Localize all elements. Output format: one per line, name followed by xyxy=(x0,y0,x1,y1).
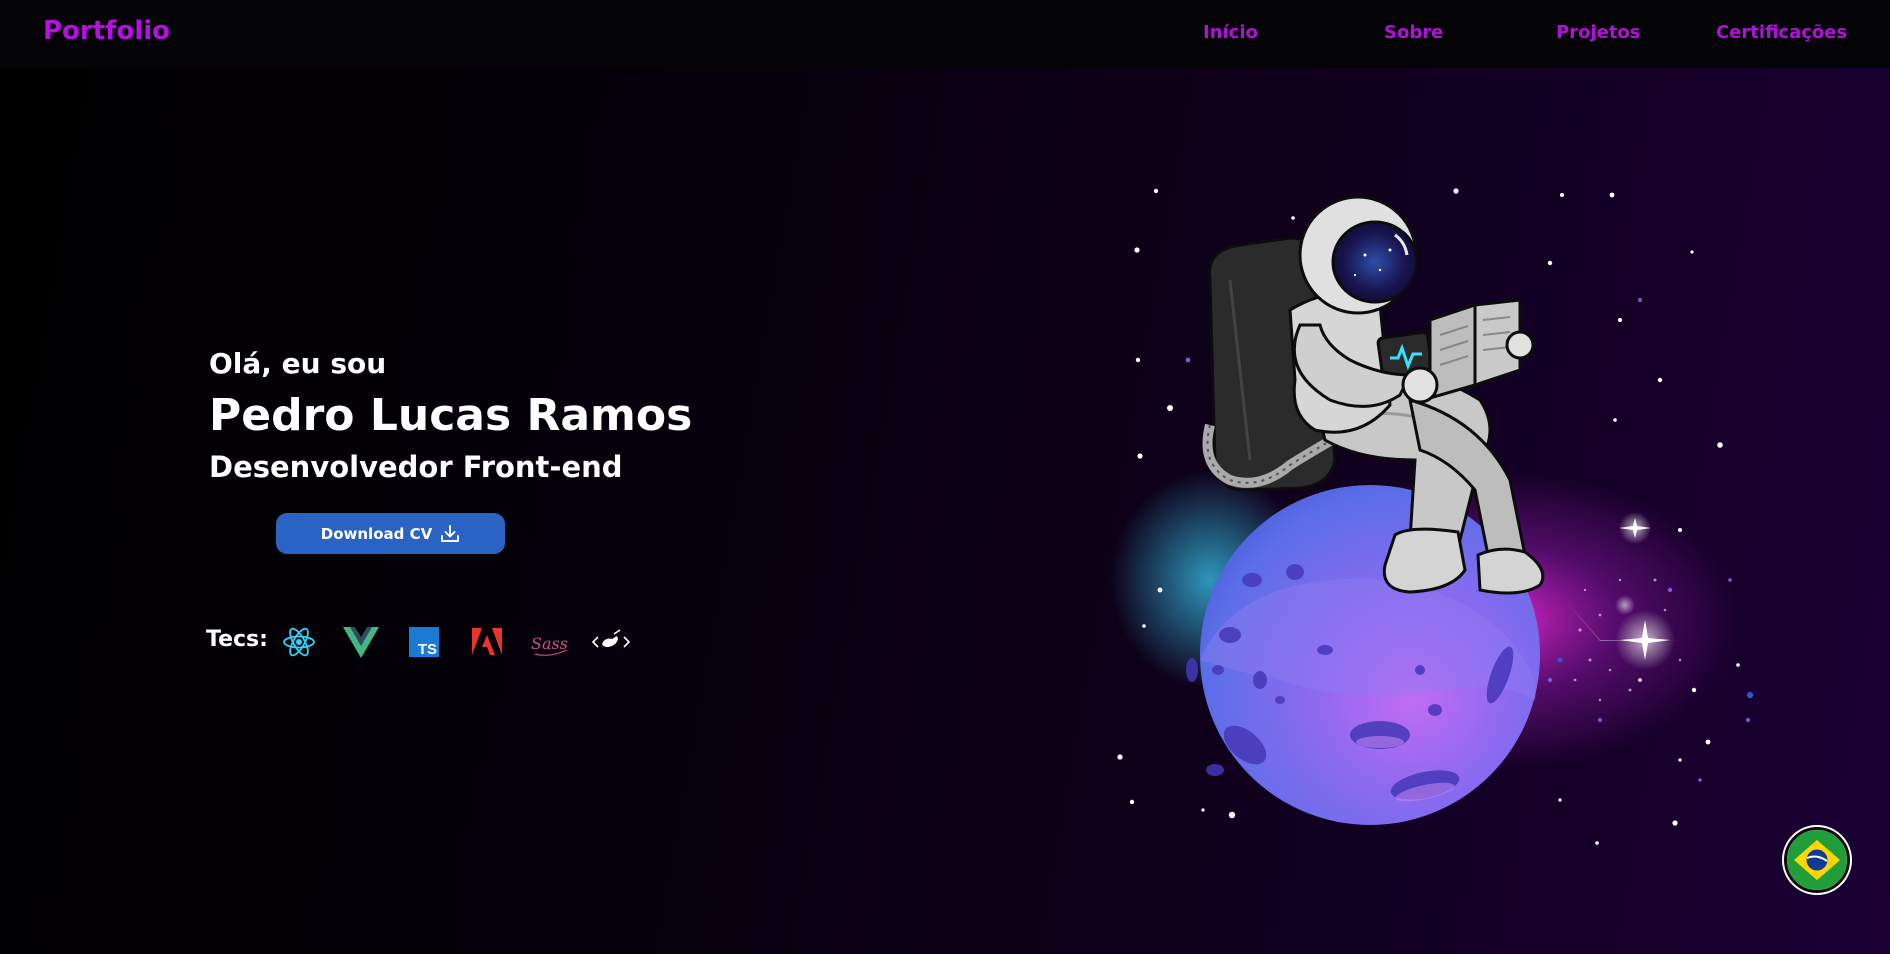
react-icon xyxy=(279,622,319,662)
brand-logo[interactable]: Portfolio xyxy=(43,16,170,46)
ts-badge-text: TS xyxy=(418,641,437,658)
download-cv-label: Download CV xyxy=(320,524,433,543)
download-cv-button[interactable]: Download CV xyxy=(276,513,505,554)
vue-icon xyxy=(341,622,381,662)
adobe-icon xyxy=(467,622,507,662)
nav-link-sobre[interactable]: Sobre xyxy=(1384,22,1443,43)
nav-link-projetos[interactable]: Projetos xyxy=(1556,22,1641,43)
hero-name: Pedro Lucas Ramos xyxy=(209,390,693,441)
astronaut-illustration xyxy=(1080,160,1800,880)
sass-icon: Sass xyxy=(529,622,569,662)
typescript-icon: TS xyxy=(404,622,444,662)
sass-text: Sass xyxy=(531,634,568,653)
top-navbar: Portfolio Início Sobre Projetos Certific… xyxy=(0,0,1890,68)
brazil-flag-icon xyxy=(1787,830,1847,890)
page: Portfolio Início Sobre Projetos Certific… xyxy=(0,0,1890,954)
language-toggle-button[interactable] xyxy=(1784,827,1850,893)
nav-link-inicio[interactable]: Início xyxy=(1203,22,1258,43)
styled-components-icon xyxy=(591,622,631,662)
greeting-text: Olá, eu sou xyxy=(209,347,387,380)
download-icon xyxy=(440,524,460,543)
hero-role: Desenvolvedor Front-end xyxy=(209,450,623,484)
tecs-label: Tecs: xyxy=(206,627,268,652)
nav-link-certificacoes[interactable]: Certificações xyxy=(1716,22,1847,43)
